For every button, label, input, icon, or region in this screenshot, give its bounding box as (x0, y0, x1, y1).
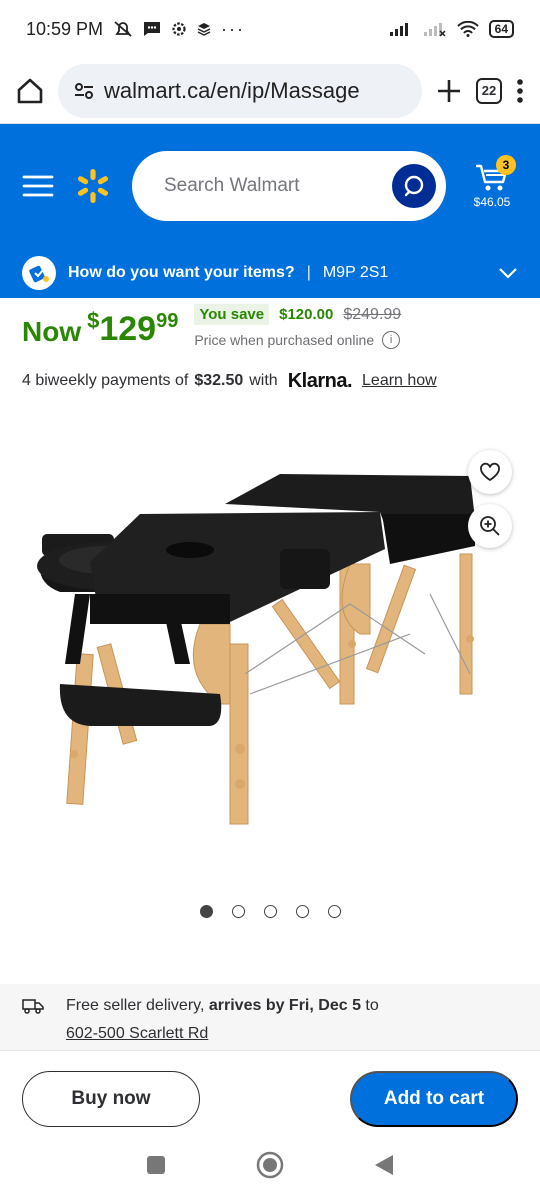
recents-icon[interactable] (146, 1155, 166, 1175)
url-text: walmart.ca/en/ip/Massage (104, 77, 360, 103)
fulfillment-selector[interactable]: How do you want your items? | M9P 2S1 (0, 248, 540, 298)
walmart-header: Search Walmart 3 $46.05 (0, 124, 540, 248)
search-placeholder: Search Walmart (164, 175, 300, 196)
currency-symbol: $ (87, 308, 100, 333)
delivery-address-link[interactable]: 602-500 Scarlett Rd (66, 1020, 518, 1048)
you-save-badge: You save (194, 304, 270, 325)
add-to-cart-button[interactable]: Add to cart (350, 1071, 518, 1127)
tab-switcher-button[interactable]: 22 (476, 77, 502, 104)
delivery-truck-icon (22, 998, 44, 1014)
klarna-amount: $32.50 (194, 372, 244, 389)
klarna-prefix: 4 biweekly payments of (22, 372, 189, 389)
message-icon (143, 21, 161, 37)
price-cents: 99 (156, 310, 179, 332)
delivery-info: Free seller delivery, arrives by Fri, De… (0, 984, 540, 1050)
silent-icon (113, 20, 133, 38)
chevron-down-icon[interactable] (498, 267, 518, 279)
system-navigation-bar (0, 1130, 540, 1200)
carousel-dot-1[interactable] (199, 905, 213, 918)
cart-count-badge: 3 (496, 155, 516, 175)
fulfillment-question: How do you want your items? (68, 264, 295, 281)
browser-toolbar: walmart.ca/en/ip/Massage 22 (0, 58, 540, 124)
savings-block: You save $120.00 $249.99 Price when purc… (194, 304, 401, 349)
klarna-payment-row: 4 biweekly payments of $32.50 with Klarn… (0, 358, 540, 394)
buy-now-button[interactable]: Buy now (22, 1071, 200, 1127)
separator: | (306, 264, 311, 281)
site-settings-icon[interactable] (74, 82, 94, 100)
layers-icon (197, 22, 211, 36)
wifi-icon (456, 21, 479, 37)
massage-table-image (37, 474, 475, 825)
learn-how-link[interactable]: Learn how (362, 372, 437, 390)
carousel-pagination (0, 905, 540, 918)
online-price-note: Price when purchased online (194, 332, 375, 348)
carousel-dot-2[interactable] (231, 905, 245, 918)
klarna-logo: Klarna. (287, 369, 353, 392)
current-price: Now $ 129 99 (22, 304, 178, 349)
zoom-in-icon (480, 516, 500, 536)
fulfillment-icon (22, 256, 56, 290)
favorite-button[interactable] (468, 450, 512, 494)
new-tab-icon[interactable] (436, 78, 462, 104)
postal-code: M9P 2S1 (322, 264, 389, 281)
search-input[interactable]: Search Walmart (132, 151, 446, 221)
home-icon[interactable] (16, 78, 44, 104)
settings-icon (171, 21, 187, 37)
signal-2-icon (423, 21, 447, 37)
carousel-dot-4[interactable] (295, 905, 309, 918)
carousel-dot-3[interactable] (263, 905, 277, 918)
hamburger-menu-icon[interactable] (22, 174, 54, 198)
back-icon[interactable] (374, 1154, 394, 1176)
delivery-prefix: Free seller delivery, (66, 997, 205, 1014)
browser-menu-icon[interactable] (516, 78, 524, 104)
klarna-with: with (249, 372, 278, 389)
search-button[interactable] (392, 164, 436, 208)
save-amount: $120.00 (279, 306, 334, 323)
cart-total: $46.05 (473, 195, 511, 209)
carousel-dot-5[interactable] (327, 905, 341, 918)
url-bar[interactable]: walmart.ca/en/ip/Massage (58, 63, 422, 118)
walmart-spark-logo-icon[interactable] (74, 167, 112, 205)
now-label: Now (22, 316, 82, 347)
delivery-to: to (365, 997, 379, 1014)
zoom-button[interactable] (468, 504, 512, 548)
status-bar: 10:59 PM ··· 64 (0, 0, 540, 58)
cart-button[interactable]: 3 $46.05 (466, 155, 518, 209)
delivery-arrival: arrives by Fri, Dec 5 (208, 997, 361, 1014)
was-price: $249.99 (343, 305, 402, 323)
price-whole: 129 (99, 310, 157, 348)
search-icon (404, 175, 424, 197)
product-image-carousel[interactable] (0, 414, 540, 899)
battery-indicator: 64 (488, 20, 514, 38)
status-time: 10:59 PM (26, 18, 104, 39)
home-button-icon[interactable] (256, 1151, 284, 1179)
signal-icon (389, 21, 413, 37)
price-section: Now $ 129 99 You save $120.00 $249.99 Pr… (0, 298, 540, 358)
info-icon[interactable]: i (382, 331, 401, 349)
heart-icon (480, 462, 500, 482)
more-notifications-icon: ··· (221, 18, 246, 39)
